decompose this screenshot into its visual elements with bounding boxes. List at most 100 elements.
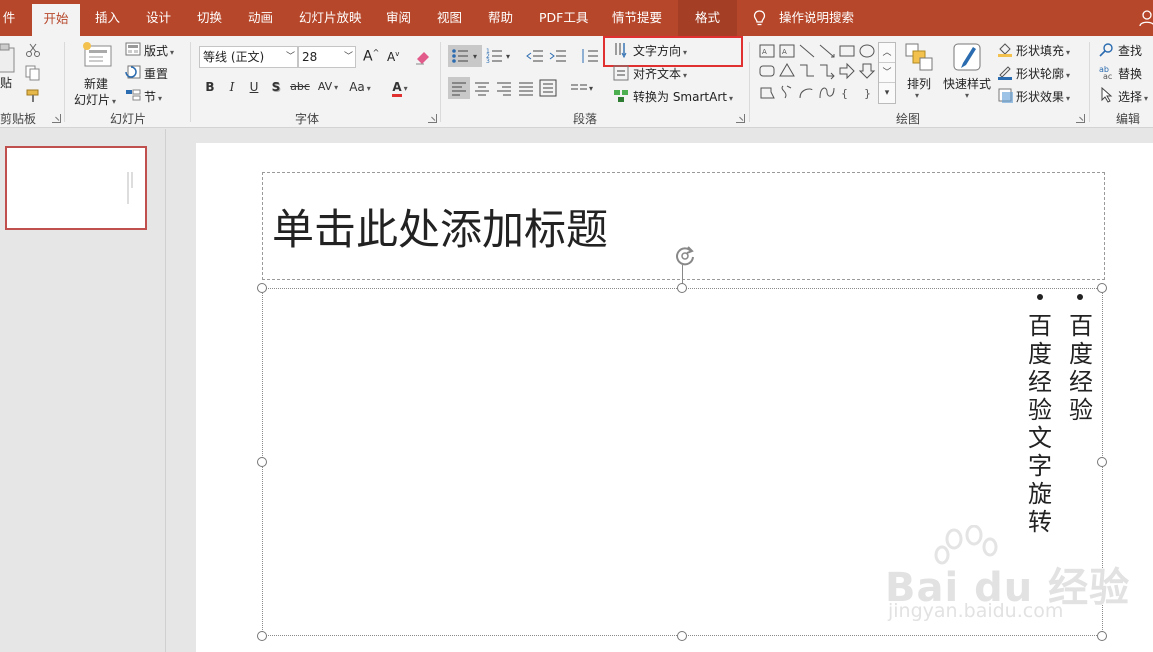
tab-review[interactable]: 审阅 xyxy=(386,0,411,36)
tab-pdf-tools[interactable]: PDF工具 xyxy=(539,0,588,36)
account-icon[interactable] xyxy=(1139,9,1153,27)
svg-text:}: } xyxy=(864,87,871,100)
arrange-button[interactable]: 排列 xyxy=(907,75,931,92)
copy-icon[interactable] xyxy=(25,65,43,81)
tab-view[interactable]: 视图 xyxy=(437,0,462,36)
font-color-button[interactable]: A ▾ xyxy=(385,77,415,97)
quick-styles-button[interactable]: 快速样式 xyxy=(943,75,991,92)
tab-home[interactable]: 开始 xyxy=(32,4,80,36)
new-slide-label-1[interactable]: 新建 xyxy=(84,75,108,92)
group-label-paragraph: 段落 xyxy=(573,112,598,126)
vertical-char: 验 xyxy=(1028,396,1052,424)
title-placeholder-text[interactable]: 单击此处添加标题 xyxy=(272,196,608,257)
resize-handle-left[interactable] xyxy=(257,457,267,467)
tab-insert[interactable]: 插入 xyxy=(95,0,120,36)
resize-handle-top-left[interactable] xyxy=(257,283,267,293)
slide-thumbnail-1[interactable] xyxy=(5,146,147,230)
tab-storyboard[interactable]: 情节提要 xyxy=(612,0,662,36)
underline-button[interactable]: U xyxy=(245,77,263,97)
resize-handle-bottom-right[interactable] xyxy=(1097,631,1107,641)
paragraph-launcher-icon[interactable] xyxy=(736,114,745,123)
text-direction-highlight xyxy=(603,36,743,67)
svg-text:▾: ▾ xyxy=(473,52,477,61)
columns-icon[interactable]: ▾ xyxy=(568,77,596,99)
convert-smartart-button[interactable]: 转换为 SmartArt ▾ xyxy=(633,88,733,105)
tab-design[interactable]: 设计 xyxy=(146,0,171,36)
vertical-char: 度 xyxy=(1069,340,1093,368)
gallery-down-icon[interactable]: ﹀ xyxy=(879,63,895,83)
tab-format[interactable]: 格式 xyxy=(678,0,737,36)
group-label-editing: 编辑 xyxy=(1116,112,1141,126)
vertical-text-line-2[interactable]: 百度经验 xyxy=(1066,312,1096,424)
gallery-up-icon[interactable]: ︿ xyxy=(879,43,895,63)
svg-text:A: A xyxy=(762,48,767,56)
arrange-caret-icon[interactable]: ▾ xyxy=(915,91,919,100)
increase-indent-icon[interactable] xyxy=(549,47,567,65)
decrease-indent-icon[interactable] xyxy=(526,47,544,65)
new-slide-button[interactable]: 幻灯片 ▾ xyxy=(74,91,116,108)
shape-effects-button[interactable]: 形状效果 ▾ xyxy=(1016,88,1070,105)
group-label-slides: 幻灯片 xyxy=(110,112,147,126)
format-painter-icon[interactable] xyxy=(25,88,41,104)
clear-formatting-icon[interactable] xyxy=(414,48,432,66)
new-slide-icon[interactable] xyxy=(81,40,113,70)
group-label-clipboard: 剪贴板 xyxy=(0,112,37,126)
shape-outline-icon xyxy=(998,66,1012,80)
shapes-gallery[interactable]: A A { } xyxy=(757,42,877,104)
quick-styles-caret-icon[interactable]: ▾ xyxy=(965,91,969,100)
align-text-button[interactable]: 对齐文本 ▾ xyxy=(633,65,687,82)
bullets-icon[interactable]: ▾ xyxy=(448,45,482,67)
gallery-more-icon[interactable]: ▾ xyxy=(879,83,895,103)
line-spacing-icon[interactable] xyxy=(580,47,600,65)
resize-handle-top-right[interactable] xyxy=(1097,283,1107,293)
font-name-select[interactable]: 等线 (正文) ﹀ xyxy=(199,46,298,68)
tab-slideshow[interactable]: 幻灯片放映 xyxy=(299,0,362,36)
align-left-icon[interactable] xyxy=(448,77,470,99)
align-text-icon xyxy=(613,65,629,81)
scissors-icon[interactable] xyxy=(25,42,41,58)
shape-outline-button[interactable]: 形状轮廓 ▾ xyxy=(1016,65,1070,82)
rotate-handle-icon[interactable] xyxy=(672,243,698,269)
numbering-icon[interactable]: 1 2 3 ▾ xyxy=(485,45,515,67)
vertical-text-line-1[interactable]: 百度经验文字旋转 xyxy=(1025,312,1055,536)
select-button[interactable]: 选择 ▾ xyxy=(1118,88,1148,105)
smartart-icon xyxy=(614,90,628,102)
reset-button[interactable]: 重置 xyxy=(144,65,168,82)
font-size-select[interactable]: 28 ﹀ xyxy=(298,46,356,68)
tab-transitions[interactable]: 切换 xyxy=(197,0,222,36)
distributed-icon[interactable] xyxy=(538,77,558,99)
svg-text:▾: ▾ xyxy=(589,84,593,93)
strikethrough-button[interactable]: abc xyxy=(289,77,311,97)
section-button[interactable]: 节 ▾ xyxy=(144,88,162,105)
replace-button[interactable]: 替换 xyxy=(1118,65,1142,82)
tab-help[interactable]: 帮助 xyxy=(488,0,513,36)
justify-icon[interactable] xyxy=(516,77,536,99)
align-right-icon[interactable] xyxy=(494,77,514,99)
bold-button[interactable]: B xyxy=(201,77,219,97)
italic-button[interactable]: I xyxy=(223,77,241,97)
shadow-button[interactable]: S xyxy=(267,77,285,97)
quick-styles-icon xyxy=(953,43,981,71)
find-button[interactable]: 查找 xyxy=(1118,42,1142,59)
tab-file[interactable]: 件 xyxy=(0,0,18,36)
align-center-icon[interactable] xyxy=(472,77,492,99)
thumbnail-text-preview xyxy=(127,172,133,204)
font-launcher-icon[interactable] xyxy=(428,114,437,123)
layout-button[interactable]: 版式 ▾ xyxy=(144,42,174,59)
char-spacing-button[interactable]: AV ▾ xyxy=(313,77,343,97)
grow-font-button[interactable]: A^ xyxy=(363,48,379,65)
change-case-button[interactable]: Aa ▾ xyxy=(345,77,375,97)
resize-handle-right[interactable] xyxy=(1097,457,1107,467)
tell-me-search[interactable]: 操作说明搜索 xyxy=(779,0,854,36)
shrink-font-button[interactable]: Av xyxy=(387,50,399,64)
select-cursor-icon xyxy=(1101,87,1113,103)
drawing-launcher-icon[interactable] xyxy=(1076,114,1085,123)
tab-animations[interactable]: 动画 xyxy=(248,0,273,36)
resize-handle-top[interactable] xyxy=(677,283,687,293)
clipboard-launcher-icon[interactable] xyxy=(52,114,61,123)
shapes-gallery-scroll[interactable]: ︿ ﹀ ▾ xyxy=(878,42,896,104)
resize-handle-bottom-left[interactable] xyxy=(257,631,267,641)
shape-fill-button[interactable]: 形状填充 ▾ xyxy=(1016,42,1070,59)
resize-handle-bottom[interactable] xyxy=(677,631,687,641)
paste-label[interactable]: 贴 xyxy=(0,74,12,91)
